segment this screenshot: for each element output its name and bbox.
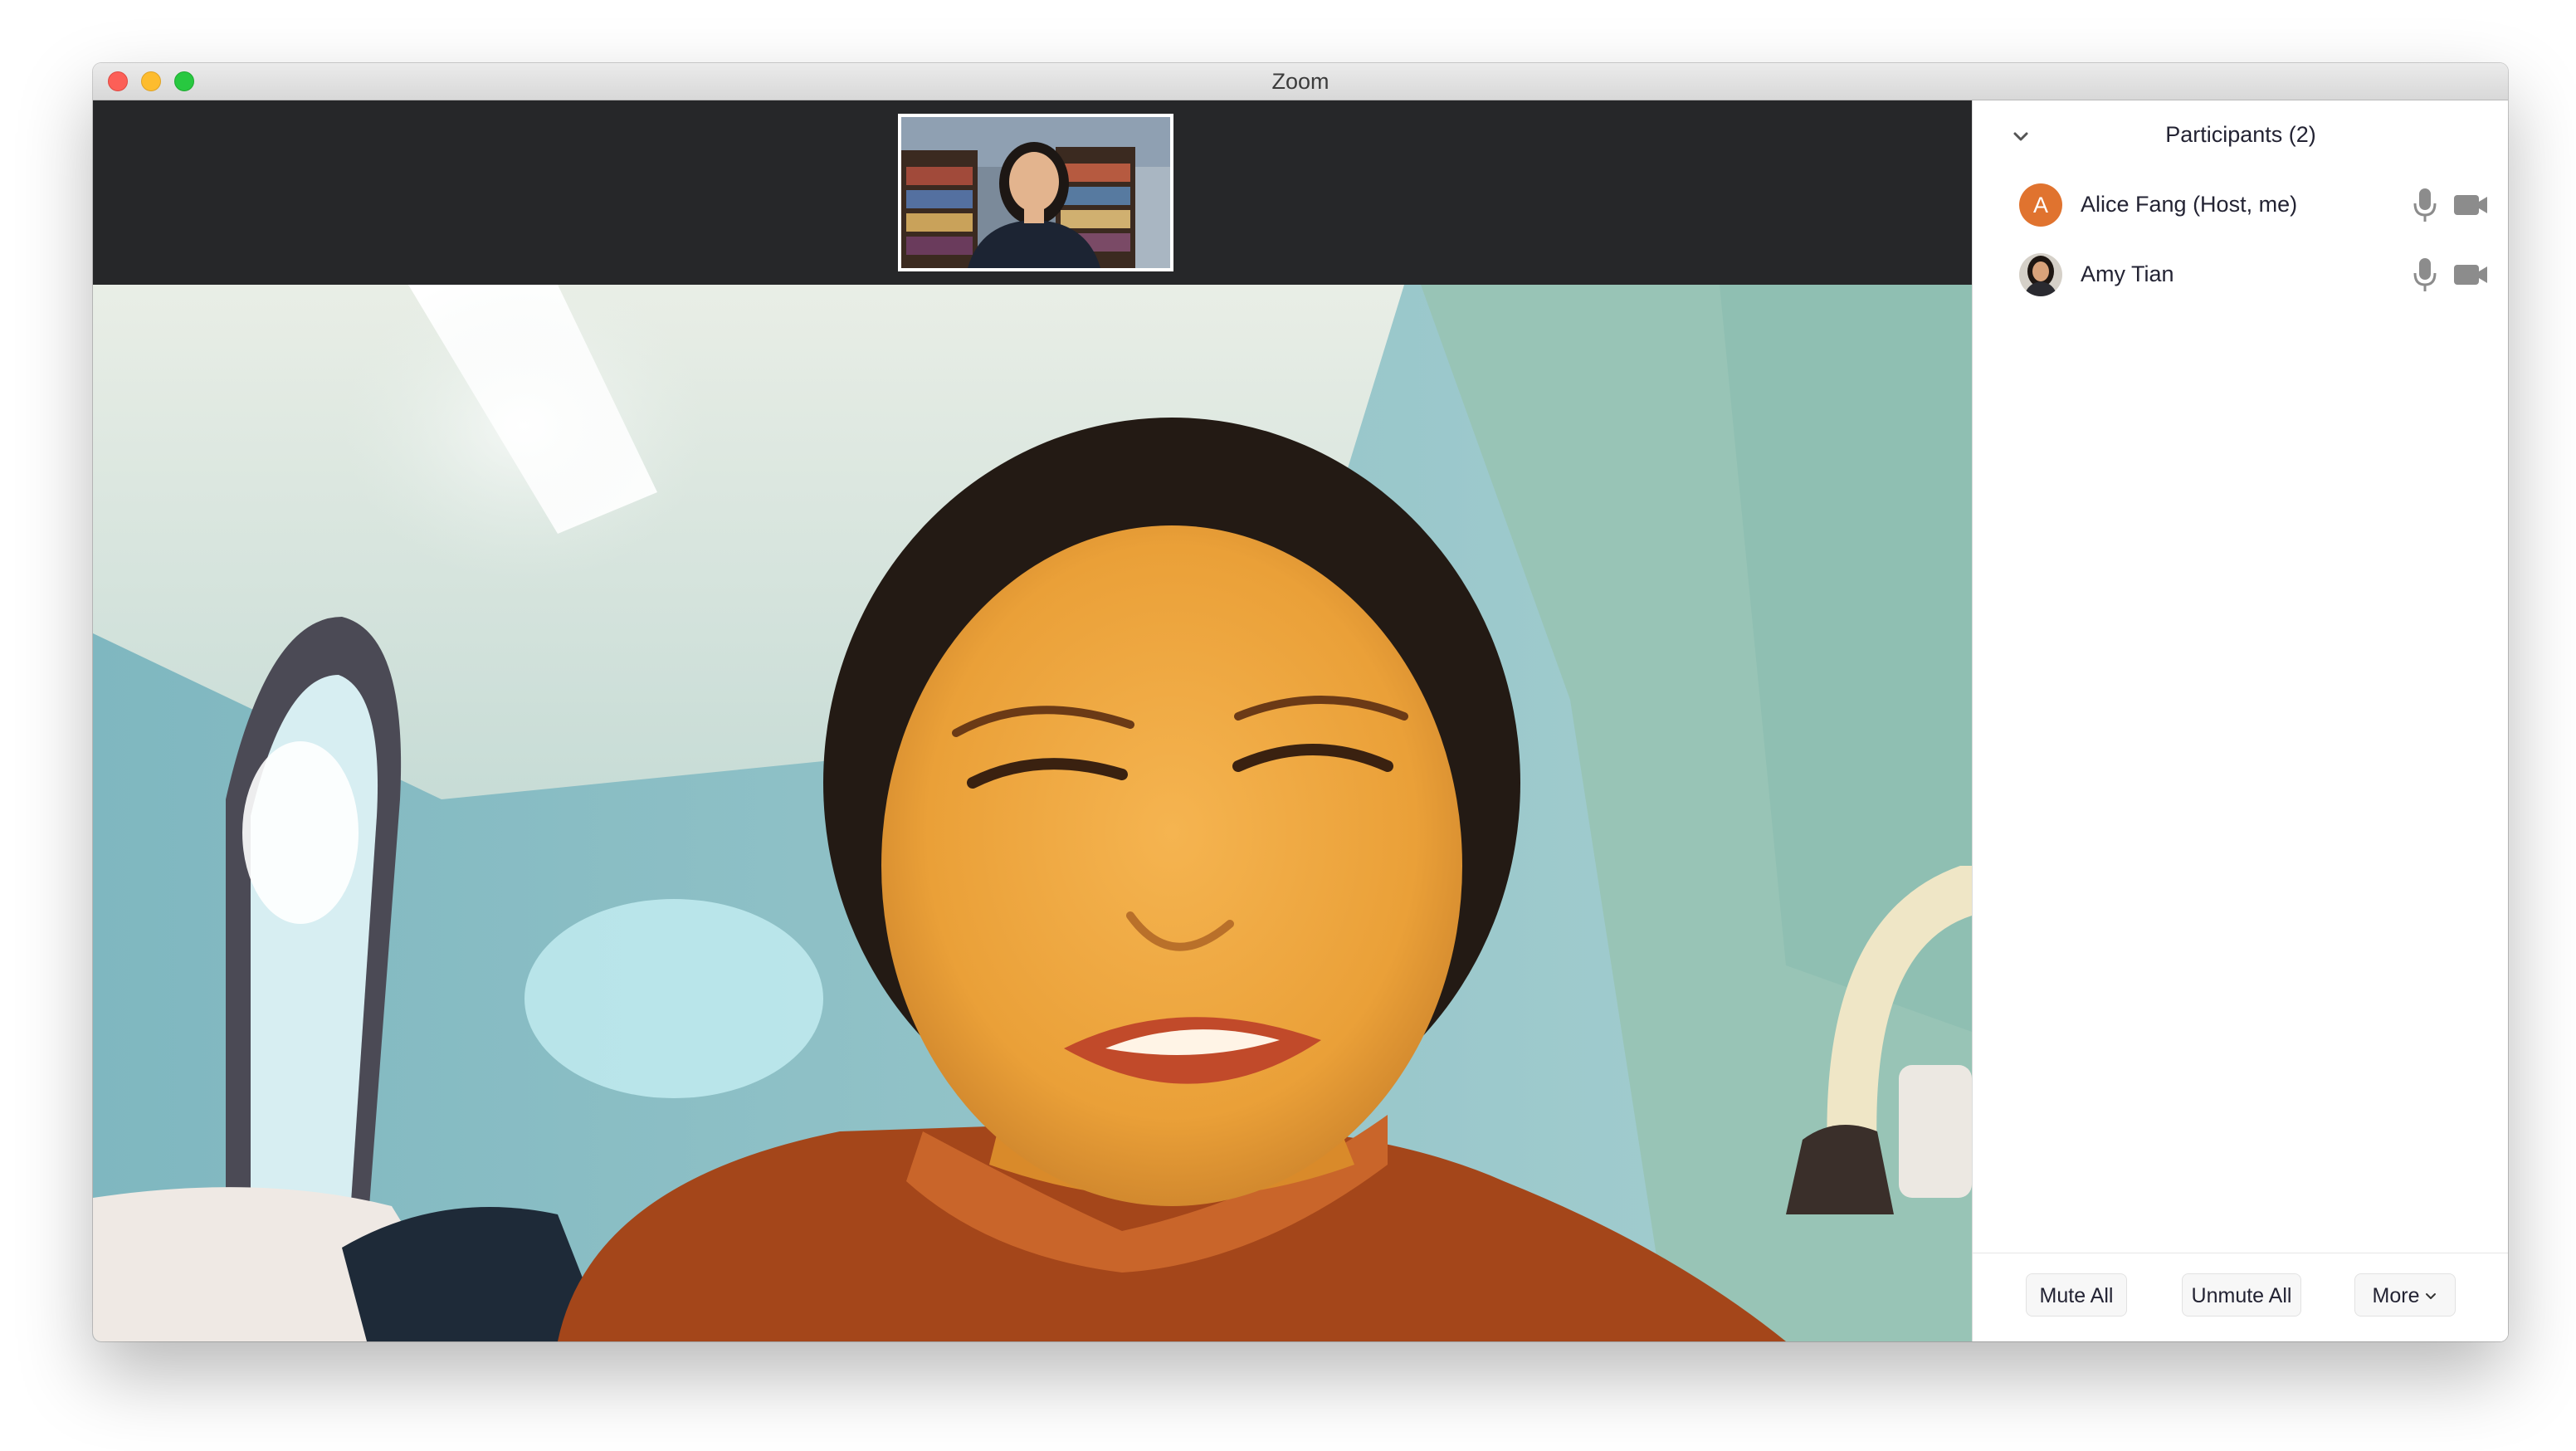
video-camera-icon[interactable]	[2452, 192, 2489, 218]
participants-panel-header: Participants (2)	[1973, 100, 2508, 175]
participants-panel-title: Participants (2)	[2165, 122, 2316, 147]
video-camera-icon[interactable]	[2452, 261, 2489, 288]
video-area	[93, 100, 1972, 1341]
more-button[interactable]: More	[2354, 1273, 2456, 1317]
avatar: A	[2019, 183, 2062, 227]
chevron-down-icon	[2426, 1293, 2437, 1300]
more-button-label: More	[2372, 1284, 2420, 1307]
participant-row[interactable]: Amy Tian	[1973, 240, 2508, 310]
self-view-thumbnail[interactable]	[898, 114, 1173, 271]
participants-panel-footer: Mute All Unmute All More	[1973, 1253, 2508, 1341]
zoom-window: Zoom Participants (2) A Alice Fang (Host…	[93, 63, 2508, 1341]
self-view-video	[901, 117, 1170, 268]
avatar	[2019, 253, 2062, 296]
unmute-all-button[interactable]: Unmute All	[2182, 1273, 2301, 1317]
thumbnail-strip	[93, 100, 1972, 285]
mute-all-button[interactable]: Mute All	[2026, 1273, 2127, 1317]
window-title: Zoom	[1271, 69, 1329, 94]
participant-name: Amy Tian	[2081, 261, 2174, 286]
active-speaker-video[interactable]	[93, 285, 1972, 1341]
participant-name: Alice Fang (Host, me)	[2081, 192, 2298, 217]
speaker-video-frame	[93, 285, 1972, 1341]
microphone-icon[interactable]	[2413, 256, 2437, 293]
participant-row[interactable]: A Alice Fang (Host, me)	[1973, 170, 2508, 240]
participants-panel: Participants (2) A Alice Fang (Host, me)	[1972, 100, 2508, 1341]
microphone-icon[interactable]	[2413, 187, 2437, 223]
title-bar[interactable]: Zoom	[93, 63, 2508, 100]
